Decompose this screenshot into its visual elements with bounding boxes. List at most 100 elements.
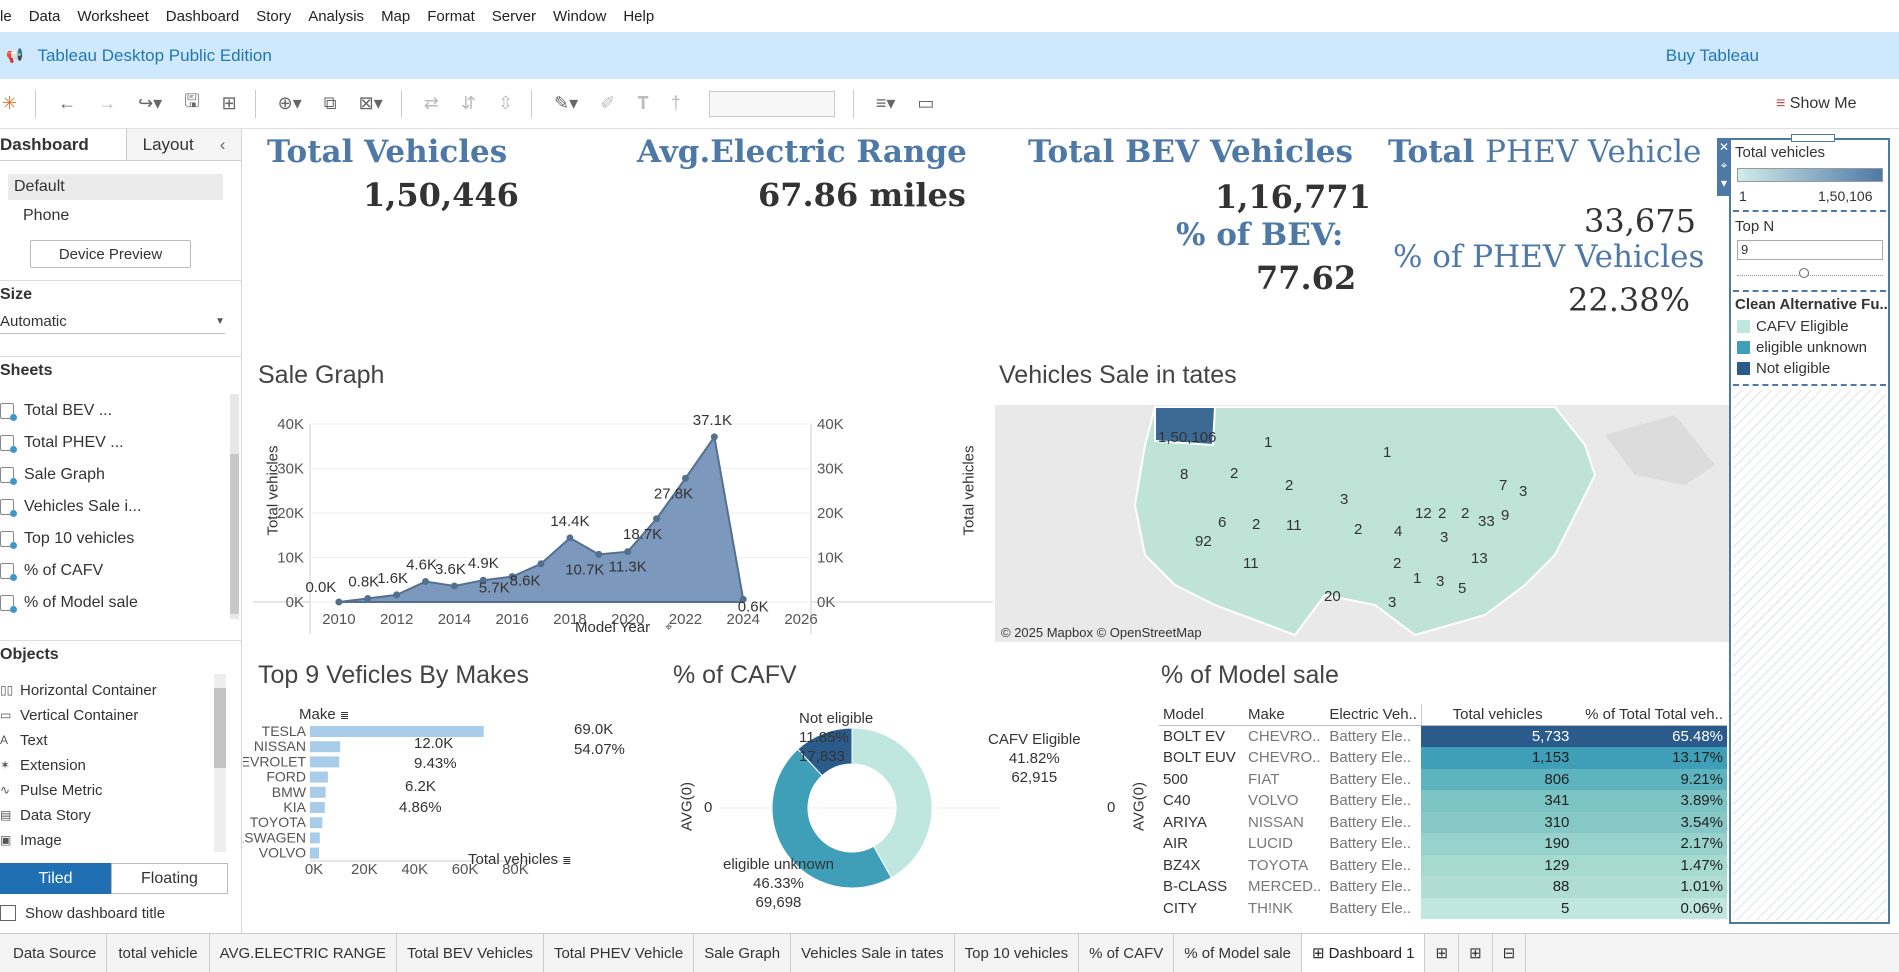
col-total-vehicles[interactable]: Total vehicles [1420, 704, 1574, 726]
slider-handle[interactable] [1799, 268, 1809, 278]
presentation-icon[interactable]: ▭ [917, 93, 934, 114]
col-electric-vehicle[interactable]: Electric Veh.. [1325, 704, 1422, 726]
size-dropdown[interactable]: Automatic ▼ [0, 310, 225, 334]
tab-sheet[interactable]: % of CAFV [1079, 933, 1175, 972]
sort-icon[interactable]: ≣ [562, 855, 571, 867]
new-story-button[interactable]: ⊟ [1493, 933, 1527, 972]
table-row[interactable]: B-CLASS MERCED.. Battery Ele.. 88 1.01% [1159, 876, 1727, 898]
tab-sheet[interactable]: Total PHEV Vehicle [544, 933, 695, 972]
menu-map[interactable]: Map [381, 8, 410, 25]
fit-dropdown[interactable] [708, 90, 835, 117]
sheet-item[interactable]: Total PHEV ... [0, 428, 240, 458]
redo-icon[interactable]: → [98, 93, 116, 114]
table-row[interactable]: AIR LUCID Battery Ele.. 190 2.17% [1159, 833, 1727, 855]
legend-item-eligible[interactable]: CAFV Eligible [1737, 318, 1849, 335]
menu-story[interactable]: Story [256, 8, 291, 25]
close-icon[interactable]: ✕ ⌖ ▾ [1717, 138, 1731, 196]
tab-data-source[interactable]: Data Source [0, 933, 108, 972]
tab-sheet[interactable]: Top 10 vehicles [955, 933, 1080, 972]
sheet-item[interactable]: % of CAFV [0, 556, 240, 586]
sale-graph-chart[interactable]: 0K 0K10K 10K20K 20K30K 30K40K 40K2010 2012 2014… [253, 404, 993, 634]
tab-dashboard[interactable]: Dashboard [0, 129, 126, 161]
topn-input[interactable]: 9 [1737, 240, 1883, 260]
menu-help[interactable]: Help [623, 8, 654, 25]
object-horizontal-container[interactable]: ▯▯ Horizontal Container [0, 678, 157, 702]
menu-data[interactable]: Data [29, 8, 61, 25]
collapse-icon[interactable]: ‹ [220, 135, 226, 155]
table-row[interactable]: BOLT EUV CHEVRO.. Battery Ele.. 1,153 13.17% [1159, 747, 1727, 769]
replay-icon[interactable]: ↪▾ [138, 93, 162, 114]
show-title-checkbox[interactable] [0, 905, 16, 921]
sort-desc-icon[interactable]: ⇳ [498, 93, 513, 114]
legend-item-unknown[interactable]: eligible unknown [1737, 339, 1867, 356]
undo-icon[interactable]: ← [58, 93, 76, 114]
pin-icon[interactable]: † [671, 93, 681, 114]
show-cards-icon[interactable]: ≡▾ [876, 93, 896, 114]
col-make[interactable]: Make [1244, 704, 1326, 726]
legend-item-not-eligible[interactable]: Not eligible [1737, 360, 1830, 377]
swap-icon[interactable]: ⇄ [424, 93, 439, 114]
tab-sheet[interactable]: AVG.ELECTRIC RANGE [210, 933, 398, 972]
tab-layout[interactable]: Layout ‹ [126, 129, 241, 161]
menu-window[interactable]: Window [553, 8, 606, 25]
menu-format[interactable]: Format [427, 8, 475, 25]
object-vertical-container[interactable]: ▭ Vertical Container [0, 703, 138, 727]
menu-server[interactable]: Server [492, 8, 536, 25]
tableau-logo-icon[interactable]: ✳ [2, 93, 17, 114]
new-datasource-icon[interactable]: ⊞ [222, 93, 237, 114]
sheets-scrollbar[interactable] [230, 394, 239, 619]
label-icon[interactable]: 𝐓 [637, 93, 649, 114]
new-dashboard-button[interactable]: ⊞ [1459, 933, 1493, 972]
table-row[interactable]: C40 VOLVO Battery Ele.. 341 3.89% [1159, 790, 1727, 812]
highlight-icon[interactable]: ✎▾ [554, 93, 578, 114]
duplicate-icon[interactable]: ⧉ [324, 93, 337, 114]
device-default[interactable]: Default [8, 174, 223, 200]
tab-sheet[interactable]: Vehicles Sale in tates [791, 933, 955, 972]
sheet-item[interactable]: Total BEV ... [0, 396, 240, 426]
top-makes-chart[interactable]: TESLANISSANCHEVROLETFORDBMWKIATOYOTAVOLK… [243, 719, 663, 879]
buy-tableau-link[interactable]: Buy Tableau [1666, 46, 1759, 66]
table-row[interactable]: CITY TH!NK Battery Ele.. 5 0.06% [1159, 897, 1727, 919]
show-me-button[interactable]: ≡ Show Me [1776, 95, 1856, 113]
object-data-story[interactable]: ▤ Data Story [0, 803, 91, 827]
menu-worksheet[interactable]: Worksheet [77, 8, 148, 25]
topn-slider[interactable] [1737, 266, 1883, 278]
object-extension[interactable]: ✶ Extension [0, 753, 86, 777]
attach-icon[interactable]: ✐ [600, 93, 615, 114]
object-image[interactable]: ▣ Image [0, 828, 62, 852]
show-title-checkbox-row[interactable]: Show dashboard title [0, 902, 165, 924]
menu-dashboard[interactable]: Dashboard [166, 8, 239, 25]
clear-icon[interactable]: ⊠▾ [359, 93, 383, 114]
tab-sheet[interactable]: Sale Graph [694, 933, 792, 972]
floating-button[interactable]: Floating [111, 863, 228, 894]
device-preview-button[interactable]: Device Preview [30, 240, 191, 268]
object-text[interactable]: A Text [0, 728, 48, 752]
save-icon[interactable]: 🖫 [184, 89, 199, 119]
object-pulse-metric[interactable]: ∿ Pulse Metric [0, 778, 103, 802]
col-pct-total[interactable]: % of Total Total veh.. [1573, 704, 1727, 726]
tab-sheet[interactable]: total vehicle [107, 933, 210, 972]
sheet-item[interactable]: % of Model sale [0, 588, 240, 618]
tab-sheet[interactable]: % of Model sale [1174, 933, 1302, 972]
table-row[interactable]: 500 FIAT Battery Ele.. 806 9.21% [1159, 768, 1727, 790]
new-sheet-icon[interactable]: ⊕▾ [278, 93, 302, 114]
menu-analysis[interactable]: Analysis [308, 8, 364, 25]
sheet-item[interactable]: Top 10 vehicles [0, 524, 240, 554]
device-phone[interactable]: Phone [23, 203, 69, 229]
sheet-item[interactable]: Sale Graph [0, 460, 240, 490]
tab-label: Dashboard 1 [1328, 944, 1415, 962]
col-model[interactable]: Model [1159, 704, 1244, 726]
model-sale-table[interactable]: Model Make Electric Veh.. Total vehicles… [1159, 704, 1727, 919]
drag-handle-icon[interactable] [1791, 134, 1835, 142]
tab-dashboard-1[interactable]: ⊞ Dashboard 1 [1302, 933, 1426, 972]
table-row[interactable]: BOLT EV CHEVRO.. Battery Ele.. 5,733 65.48% [1159, 725, 1727, 747]
sheet-item[interactable]: Vehicles Sale i... [0, 492, 240, 522]
new-worksheet-button[interactable]: ⊞ [1425, 933, 1460, 972]
tab-sheet[interactable]: Total BEV Vehicles [397, 933, 544, 972]
objects-scrollbar[interactable] [214, 674, 226, 852]
table-row[interactable]: BZ4X TOYOTA Battery Ele.. 129 1.47% [1159, 854, 1727, 876]
menu-file[interactable]: le [0, 8, 12, 25]
table-row[interactable]: ARIYA NISSAN Battery Ele.. 310 3.54% [1159, 811, 1727, 833]
tiled-button[interactable]: Tiled [0, 863, 111, 894]
sort-asc-icon[interactable]: ⇵ [461, 93, 476, 114]
